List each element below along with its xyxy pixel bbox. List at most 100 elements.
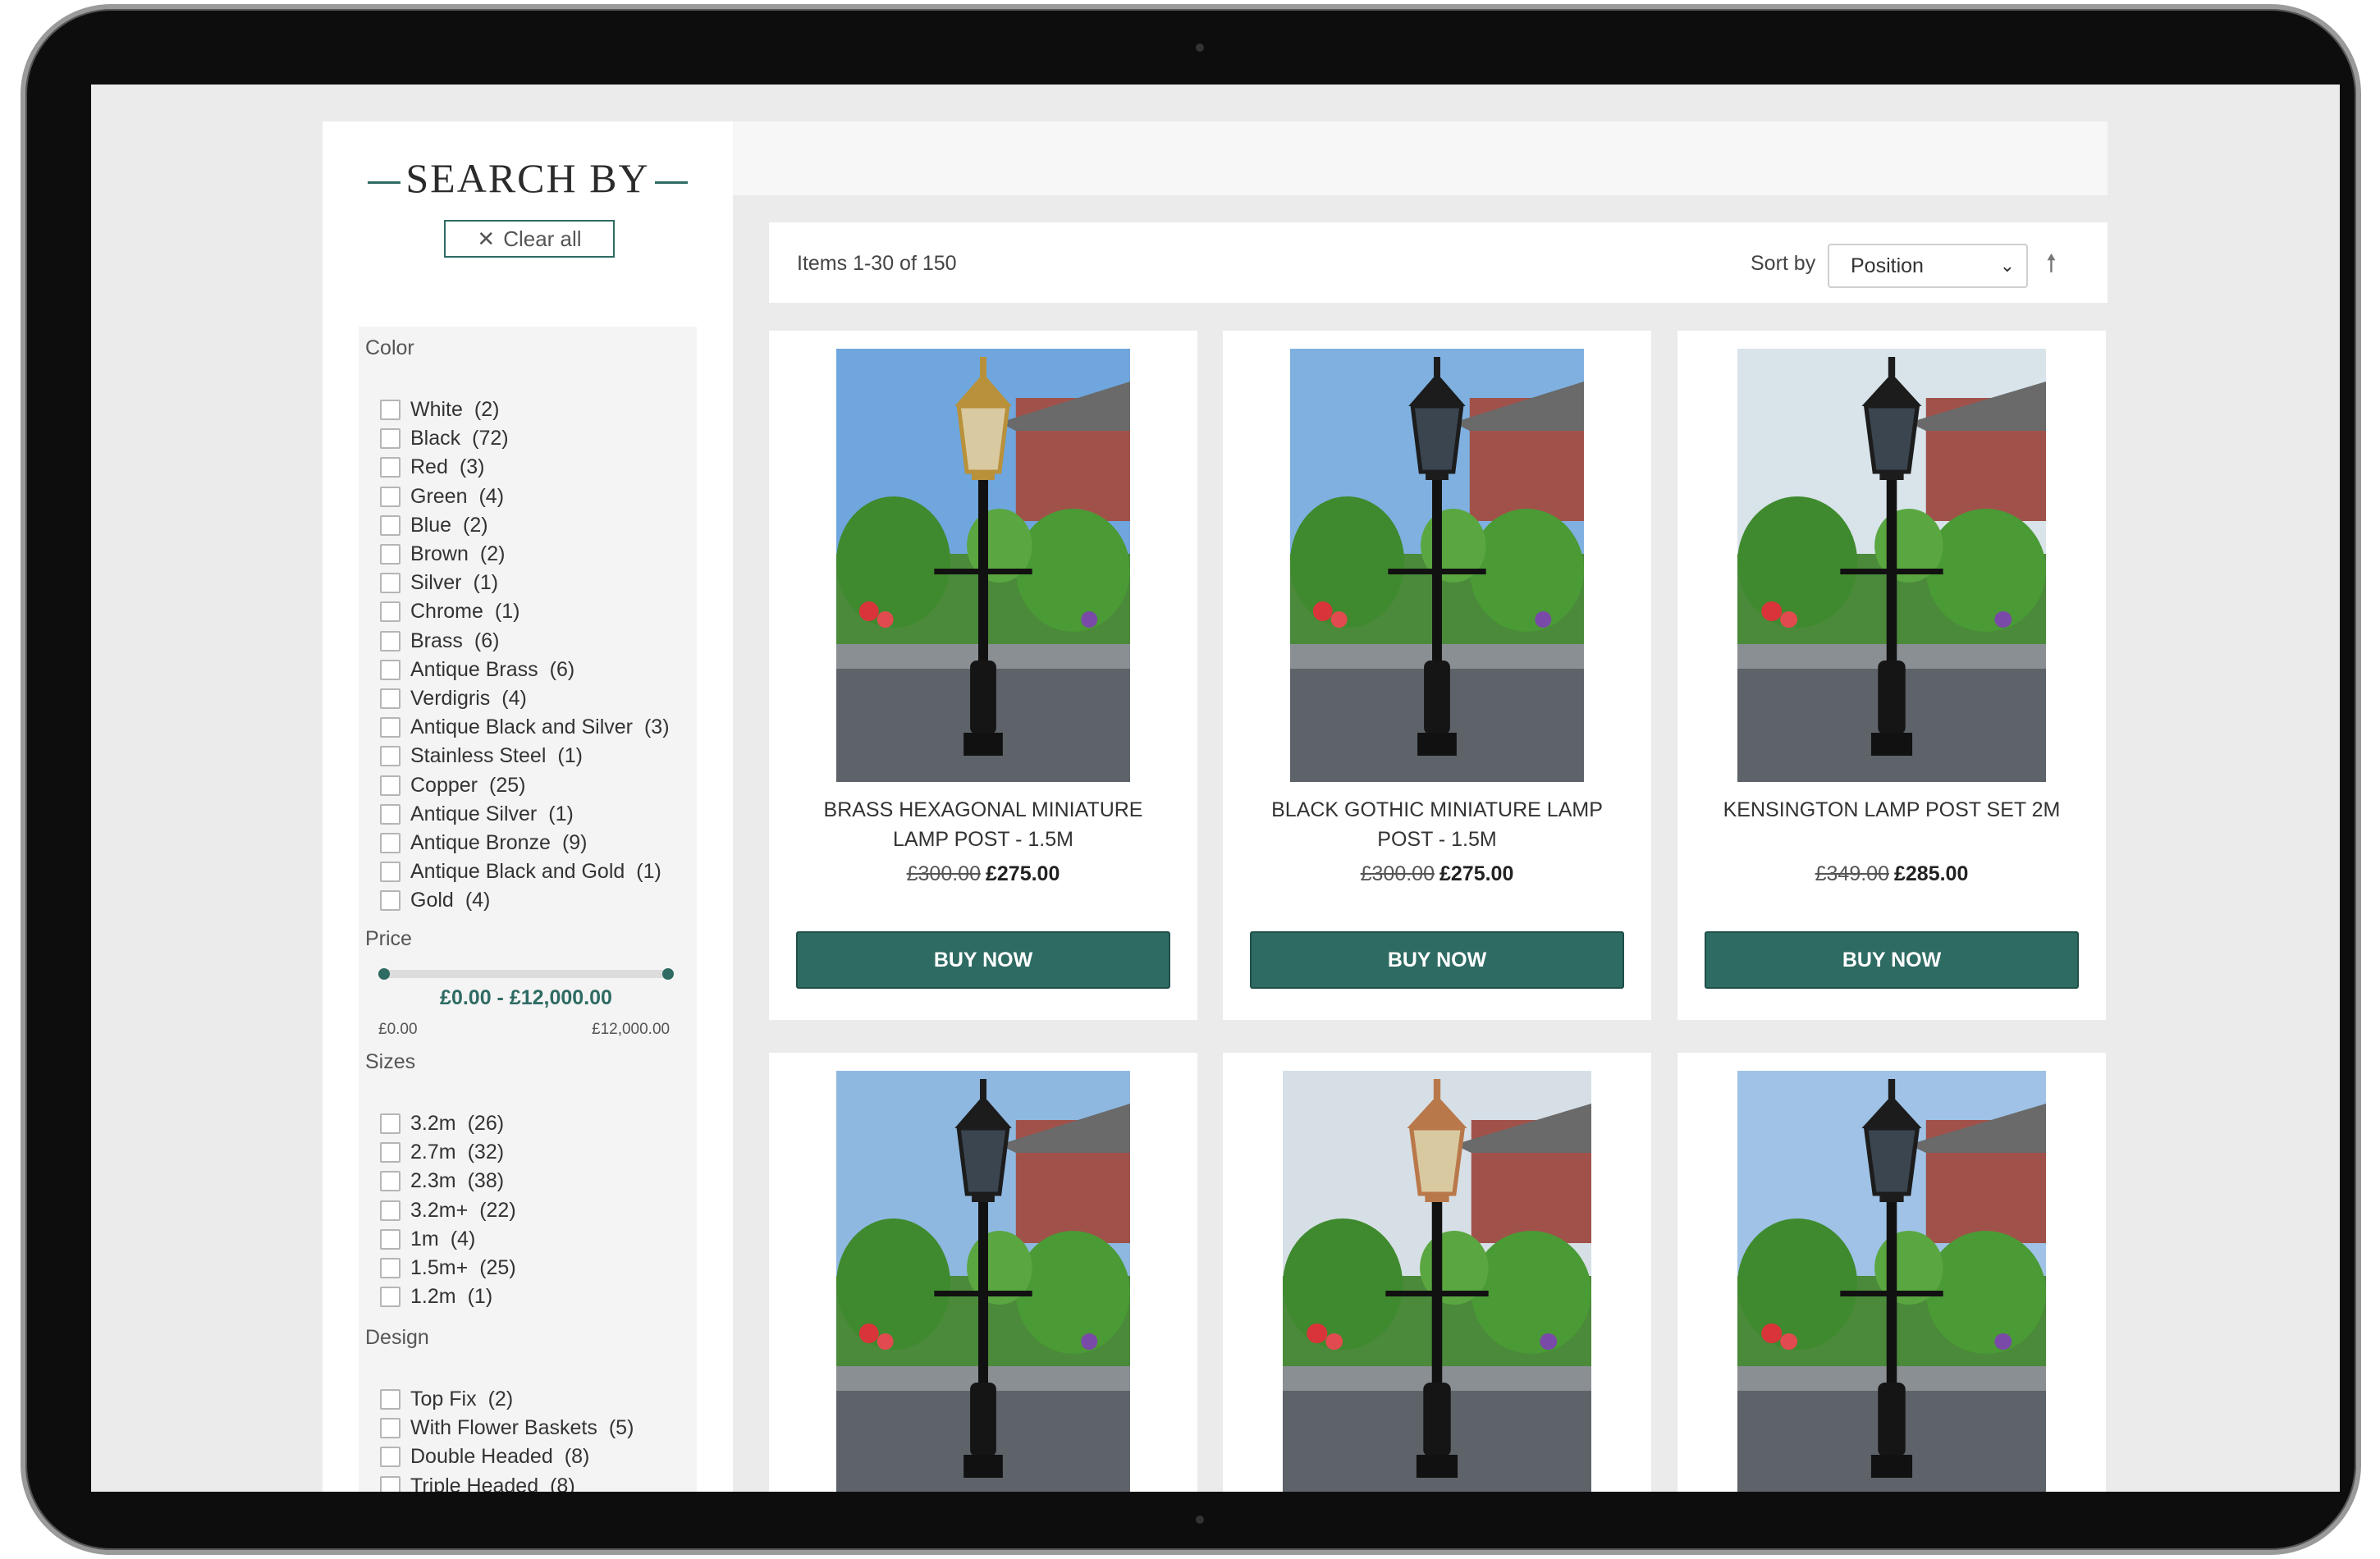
color-filter-option[interactable]: Chrome (1) bbox=[380, 597, 670, 626]
size-filter-option[interactable]: 1.2m (1) bbox=[380, 1282, 516, 1311]
clear-all-button[interactable]: ✕ Clear all bbox=[444, 220, 615, 258]
color-filter-option[interactable]: Black (72) bbox=[380, 424, 670, 453]
product-image[interactable] bbox=[1737, 349, 2046, 782]
checkbox[interactable] bbox=[380, 544, 400, 565]
checkbox[interactable] bbox=[380, 601, 400, 623]
checkbox[interactable] bbox=[380, 514, 400, 536]
checkbox[interactable] bbox=[380, 803, 400, 825]
product-card[interactable] bbox=[1223, 1053, 1651, 1492]
color-filter-option[interactable]: Antique Silver (1) bbox=[380, 800, 670, 829]
design-filter-option[interactable]: Double Headed (8) bbox=[380, 1442, 634, 1471]
checkbox[interactable] bbox=[380, 688, 400, 709]
price-slider-max-handle[interactable] bbox=[662, 968, 674, 980]
checkbox[interactable] bbox=[380, 1258, 400, 1279]
design-filter-option[interactable]: Triple Headed (8) bbox=[380, 1472, 634, 1492]
filters-panel: Color White (2) Black (72) Red (3) Green (4) Blu… bbox=[359, 327, 697, 1492]
size-filter-option[interactable]: 3.2m (26) bbox=[380, 1109, 516, 1138]
size-filter-option[interactable]: 1m (4) bbox=[380, 1225, 516, 1254]
size-filter-option[interactable]: 1.5m+ (25) bbox=[380, 1254, 516, 1282]
color-filter-option[interactable]: Green (4) bbox=[380, 482, 670, 511]
color-filter-option-label: Red bbox=[410, 455, 448, 479]
color-filter-option[interactable]: Silver (1) bbox=[380, 569, 670, 597]
design-filter-option[interactable]: With Flower Baskets (5) bbox=[380, 1414, 634, 1442]
product-card[interactable] bbox=[769, 1053, 1197, 1492]
checkbox[interactable] bbox=[380, 1418, 400, 1439]
size-filter-option-count: (22) bbox=[479, 1198, 516, 1222]
checkbox[interactable] bbox=[380, 717, 400, 738]
checkbox[interactable] bbox=[380, 890, 400, 912]
color-filter-option[interactable]: Antique Black and Silver (3) bbox=[380, 713, 670, 742]
product-card[interactable]: BRASS HEXAGONAL MINIATURE LAMP POST - 1.… bbox=[769, 331, 1197, 1020]
price-slider-min-handle[interactable] bbox=[378, 968, 390, 980]
checkbox[interactable] bbox=[380, 1142, 400, 1164]
product-card[interactable] bbox=[1677, 1053, 2106, 1492]
color-filter-option-count: (4) bbox=[478, 484, 505, 508]
buy-now-button[interactable]: BUY NOW bbox=[1705, 931, 2079, 989]
size-filter-option[interactable]: 2.7m (32) bbox=[380, 1138, 516, 1167]
color-filter-option-count: (9) bbox=[561, 830, 588, 854]
title-dash-left bbox=[368, 181, 401, 185]
checkbox[interactable] bbox=[380, 746, 400, 767]
product-image[interactable] bbox=[1283, 1071, 1591, 1492]
checkbox[interactable] bbox=[380, 1447, 400, 1468]
color-filter-option[interactable]: Brown (2) bbox=[380, 540, 670, 569]
arrow-up-icon[interactable]: 🠕 bbox=[2046, 245, 2057, 287]
checkbox[interactable] bbox=[380, 1171, 400, 1192]
product-image[interactable] bbox=[1737, 1071, 2046, 1492]
product-card[interactable]: BLACK GOTHIC MINIATURE LAMP POST - 1.5M £… bbox=[1223, 331, 1651, 1020]
buy-now-button[interactable]: BUY NOW bbox=[1250, 931, 1624, 989]
price-min-label: £0.00 bbox=[378, 1021, 418, 1038]
design-filter-option[interactable]: Top Fix (2) bbox=[380, 1385, 634, 1414]
color-filter-option[interactable]: Antique Black and Gold (1) bbox=[380, 857, 670, 886]
checkbox[interactable] bbox=[380, 659, 400, 680]
color-filter-option[interactable]: Antique Bronze (9) bbox=[380, 829, 670, 857]
color-filter-option-count: (6) bbox=[474, 629, 500, 652]
product-photo bbox=[836, 349, 1130, 782]
checkbox[interactable] bbox=[380, 486, 400, 507]
color-filter-option-count: (6) bbox=[549, 657, 575, 681]
filter-heading-color: Color bbox=[365, 336, 414, 359]
checkbox[interactable] bbox=[380, 832, 400, 853]
color-filter-option[interactable]: Brass (6) bbox=[380, 627, 670, 656]
product-title[interactable]: KENSINGTON LAMP POST SET 2M bbox=[1702, 795, 2081, 825]
checkbox[interactable] bbox=[380, 1287, 400, 1308]
checkbox[interactable] bbox=[380, 457, 400, 478]
checkbox[interactable] bbox=[380, 573, 400, 594]
checkbox[interactable] bbox=[380, 1113, 400, 1135]
filter-sidebar: SEARCH BY ✕ Clear all Color White (2) Black… bbox=[323, 121, 733, 1492]
checkbox[interactable] bbox=[380, 630, 400, 651]
sort-select[interactable]: Position ⌄ bbox=[1828, 244, 2028, 288]
checkbox[interactable] bbox=[380, 862, 400, 883]
product-image[interactable] bbox=[836, 349, 1130, 782]
checkbox[interactable] bbox=[380, 1228, 400, 1250]
checkbox[interactable] bbox=[380, 775, 400, 796]
product-title[interactable]: BRASS HEXAGONAL MINIATURE LAMP POST - 1.… bbox=[794, 795, 1173, 854]
checkbox[interactable] bbox=[380, 1389, 400, 1410]
size-filter-option[interactable]: 2.3m (38) bbox=[380, 1167, 516, 1196]
filter-heading-sizes: Sizes bbox=[365, 1050, 416, 1073]
buy-now-button[interactable]: BUY NOW bbox=[796, 931, 1170, 989]
product-card[interactable]: KENSINGTON LAMP POST SET 2M £349.00 £285.0… bbox=[1677, 331, 2106, 1020]
checkbox[interactable] bbox=[380, 400, 400, 421]
product-title[interactable]: BLACK GOTHIC MINIATURE LAMP POST - 1.5M bbox=[1247, 795, 1627, 854]
color-filter-option[interactable]: Blue (2) bbox=[380, 511, 670, 540]
product-image[interactable] bbox=[836, 1071, 1130, 1492]
size-filter-option-label: 1.2m bbox=[410, 1285, 456, 1309]
size-filter-option[interactable]: 3.2m+ (22) bbox=[380, 1196, 516, 1225]
color-filter-option[interactable]: Gold (4) bbox=[380, 886, 670, 915]
color-filter-option[interactable]: White (2) bbox=[380, 395, 670, 424]
product-image[interactable] bbox=[1290, 349, 1584, 782]
checkbox[interactable] bbox=[380, 1475, 400, 1492]
price-slider[interactable] bbox=[378, 967, 674, 980]
chevron-down-icon: ⌄ bbox=[1999, 255, 2015, 276]
color-filter-option[interactable]: Stainless Steel (1) bbox=[380, 742, 670, 770]
checkbox[interactable] bbox=[380, 428, 400, 450]
size-filter-option-label: 3.2m+ bbox=[410, 1198, 469, 1222]
design-filter-option-count: (8) bbox=[564, 1445, 590, 1469]
checkbox[interactable] bbox=[380, 1200, 400, 1221]
color-filter-option[interactable]: Antique Brass (6) bbox=[380, 656, 670, 684]
color-filter-option[interactable]: Red (3) bbox=[380, 453, 670, 482]
color-filter-option[interactable]: Verdigris (4) bbox=[380, 684, 670, 713]
color-filter-option-count: (72) bbox=[472, 427, 509, 450]
color-filter-option[interactable]: Copper (25) bbox=[380, 770, 670, 799]
